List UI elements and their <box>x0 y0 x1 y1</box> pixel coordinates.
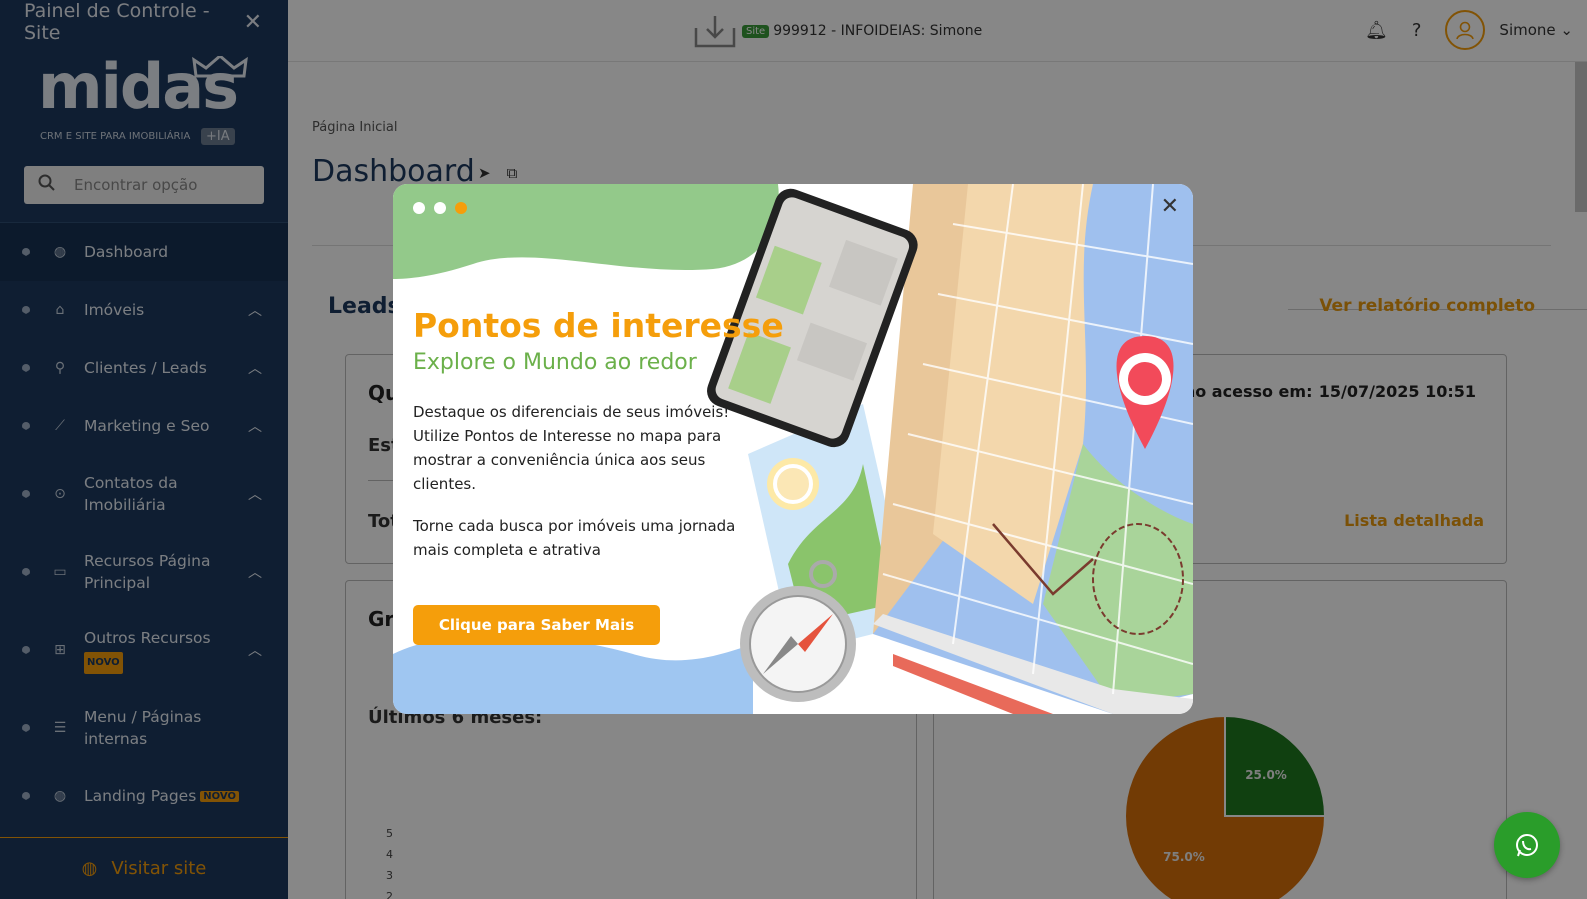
modal-paragraph: Destaque os diferenciais de seus imóveis… <box>413 403 730 493</box>
window-dots <box>413 202 467 214</box>
modal-body: Destaque os diferenciais de seus imóveis… <box>413 400 743 580</box>
learn-more-button[interactable]: Clique para Saber Mais <box>413 605 660 645</box>
promo-modal: ✕ Pontos de interesse Explore o Mundo ao… <box>393 184 1193 714</box>
modal-paragraph: Torne cada busca por imóveis uma jornada… <box>413 517 736 559</box>
modal-subtitle: Explore o Mundo ao redor <box>413 350 697 375</box>
whatsapp-button[interactable] <box>1494 812 1560 878</box>
whatsapp-icon <box>1516 834 1538 857</box>
close-icon[interactable]: ✕ <box>1161 194 1179 219</box>
modal-title: Pontos de interesse <box>413 306 784 345</box>
